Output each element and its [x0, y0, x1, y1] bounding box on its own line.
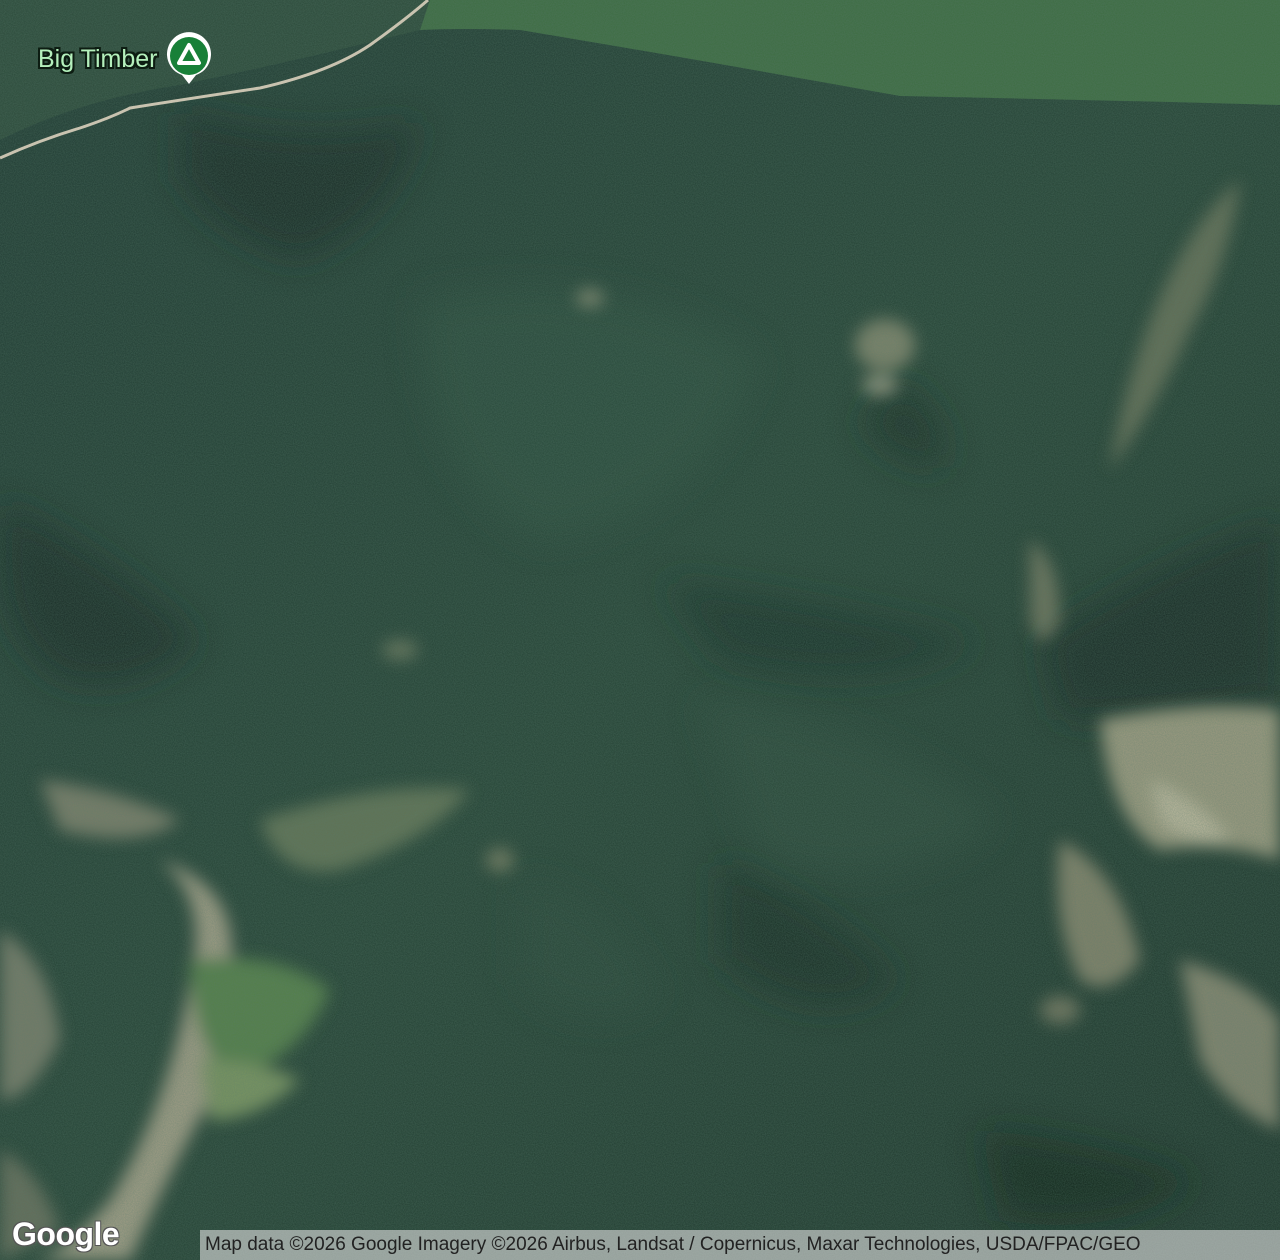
map-attribution[interactable]: Map data ©2026 Google Imagery ©2026 Airb… — [200, 1230, 1280, 1260]
google-logo: Google — [12, 1216, 120, 1252]
map-viewport[interactable]: Big Timber Google Map data ©2026 Google … — [0, 0, 1280, 1260]
campground-icon[interactable] — [163, 32, 215, 86]
satellite-imagery[interactable] — [0, 0, 1280, 1260]
poi-label: Big Timber — [38, 44, 158, 73]
poi-big-timber[interactable]: Big Timber — [38, 32, 215, 86]
